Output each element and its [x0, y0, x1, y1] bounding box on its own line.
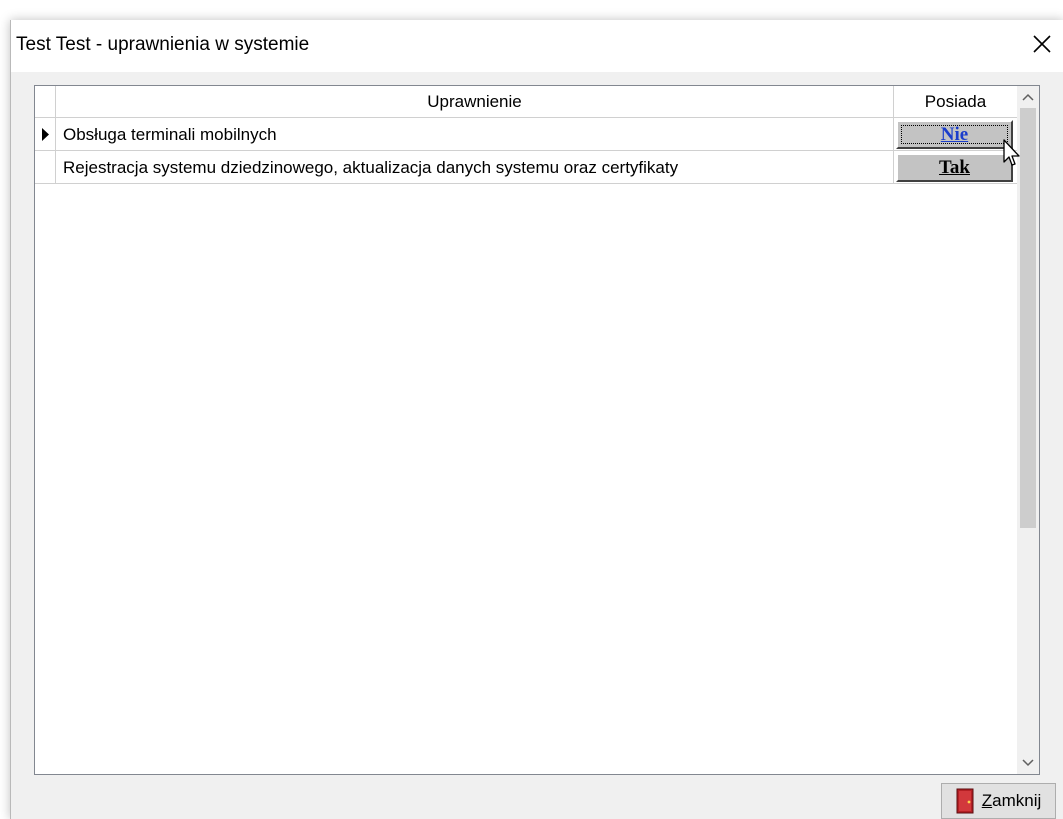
has-permission-toggle[interactable]: Nie — [896, 120, 1013, 149]
door-exit-icon — [956, 788, 974, 814]
window-title: Test Test - uprawnienia w systemie — [16, 34, 310, 55]
permission-cell[interactable]: Rejestracja systemu dziedzinowego, aktua… — [56, 151, 894, 184]
column-header-permission[interactable]: Uprawnienie — [56, 86, 894, 118]
chevron-down-icon[interactable] — [1017, 752, 1039, 774]
has-cell: Nie — [894, 118, 1017, 151]
permissions-grid: Uprawnienie Posiada Obsługa terminali mo… — [34, 85, 1040, 775]
title-bar: Test Test - uprawnienia w systemie — [11, 20, 1063, 72]
close-button-label: Zamknij — [981, 791, 1042, 810]
row-header-corner — [35, 86, 56, 118]
close-button[interactable]: Zamknij — [941, 783, 1056, 819]
row-pointer-icon — [42, 128, 49, 141]
chevron-up-icon[interactable] — [1017, 86, 1039, 108]
vertical-scrollbar[interactable] — [1017, 86, 1039, 774]
has-permission-toggle[interactable]: Tak — [896, 153, 1013, 182]
table-row[interactable]: Rejestracja systemu dziedzinowego, aktua… — [35, 151, 1017, 184]
close-icon[interactable] — [1028, 30, 1056, 58]
row-selector[interactable] — [35, 118, 56, 151]
has-cell: Tak — [894, 151, 1017, 184]
column-header-has[interactable]: Posiada — [894, 86, 1017, 118]
row-selector[interactable] — [35, 151, 56, 184]
permission-cell[interactable]: Obsługa terminali mobilnych — [56, 118, 894, 151]
scrollbar-thumb[interactable] — [1020, 108, 1036, 528]
dialog-window: Test Test - uprawnienia w systemie Upraw… — [10, 20, 1063, 819]
mouse-pointer-icon — [1003, 139, 1020, 166]
table-row[interactable]: Obsługa terminali mobilnych Nie — [35, 118, 1017, 151]
